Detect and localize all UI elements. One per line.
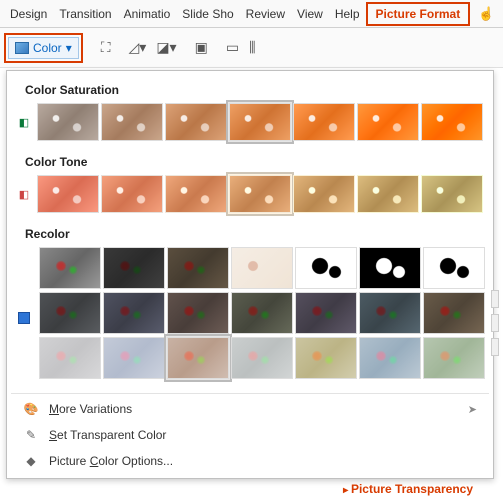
recolor-light-accent-2[interactable] bbox=[103, 337, 165, 379]
saturation-thumb-5[interactable] bbox=[357, 103, 419, 141]
recolor-dark-accent-5[interactable] bbox=[295, 292, 357, 334]
side-control[interactable] bbox=[491, 290, 499, 308]
tone-thumb-4[interactable] bbox=[293, 175, 355, 213]
saturation-row: ◧ bbox=[11, 103, 489, 141]
tone-thumb-0[interactable] bbox=[37, 175, 99, 213]
saturation-thumb-6[interactable] bbox=[421, 103, 483, 141]
tab-slideshow[interactable]: Slide Sho bbox=[176, 2, 239, 26]
recolor-light-accent-1[interactable] bbox=[39, 337, 101, 379]
saturation-thumb-2[interactable] bbox=[165, 103, 227, 141]
recolor-light-accent-6[interactable] bbox=[359, 337, 421, 379]
crop-icon[interactable]: ⛶ bbox=[101, 39, 111, 56]
saturation-thumb-1[interactable] bbox=[101, 103, 163, 141]
picture-icon bbox=[15, 42, 29, 54]
tab-transitions[interactable]: Transition bbox=[53, 2, 117, 26]
side-controls bbox=[491, 290, 501, 370]
recolor-black-white-50[interactable] bbox=[359, 247, 421, 289]
picture-border-icon[interactable]: ▭ bbox=[226, 39, 239, 56]
recolor-sepia[interactable] bbox=[167, 247, 229, 289]
picture-transparency-heading: Picture Transparency bbox=[343, 482, 473, 496]
compress-pictures-icon[interactable]: ▣ bbox=[195, 39, 208, 56]
picture-color-options-item[interactable]: ◆ Picture Color Options... bbox=[11, 448, 489, 474]
tone-icon: ◧ bbox=[15, 187, 33, 201]
color-button-label: Color bbox=[33, 41, 62, 55]
tab-design[interactable]: Design bbox=[4, 2, 53, 26]
more-variations-item[interactable]: 🎨 More Variations ➤ bbox=[11, 396, 489, 422]
set-transparent-color-item[interactable]: ✎ Set Transparent Color bbox=[11, 422, 489, 448]
recolor-dark-accent-6[interactable] bbox=[359, 292, 421, 334]
color-dropdown-panel: Color Saturation ◧ Color Tone ◧ Recolor … bbox=[6, 70, 494, 479]
tone-thumb-3[interactable] bbox=[229, 175, 291, 213]
color-dropdown-button[interactable]: Color ▾ bbox=[8, 37, 79, 59]
tone-thumb-5[interactable] bbox=[357, 175, 419, 213]
chevron-down-icon: ▾ bbox=[66, 41, 72, 55]
more-variations-label: More Variations bbox=[49, 402, 132, 416]
saturation-label: Color Saturation bbox=[25, 83, 489, 97]
recolor-dark-accent-1[interactable] bbox=[39, 292, 101, 334]
recolor-washout[interactable] bbox=[231, 247, 293, 289]
picture-layout-icon[interactable]: ⫼ bbox=[249, 39, 255, 56]
saturation-thumb-4[interactable] bbox=[293, 103, 355, 141]
tab-help[interactable]: Help bbox=[329, 2, 366, 26]
saturation-thumb-3[interactable] bbox=[229, 103, 291, 141]
picture-color-options-label: Picture Color Options... bbox=[49, 454, 173, 468]
recolor-black-white-25[interactable] bbox=[295, 247, 357, 289]
side-control[interactable] bbox=[491, 314, 499, 332]
tone-thumb-2[interactable] bbox=[165, 175, 227, 213]
tone-label: Color Tone bbox=[25, 155, 489, 169]
format-icon: ◆ bbox=[23, 454, 39, 468]
recolor-light-accent-7[interactable] bbox=[423, 337, 485, 379]
recolor-black-white-75[interactable] bbox=[423, 247, 485, 289]
transparency-icon[interactable]: ◪▾ bbox=[156, 39, 176, 56]
tone-thumb-6[interactable] bbox=[421, 175, 483, 213]
set-transparent-label: Set Transparent Color bbox=[49, 428, 166, 442]
eyedropper-icon: ✎ bbox=[23, 428, 39, 442]
tone-row: ◧ bbox=[11, 175, 489, 213]
ribbon-tabs: Design Transition Animatio Slide Sho Rev… bbox=[0, 0, 503, 28]
ribbon-toolbar: Color ▾ ⛶ ◿▾ ◪▾ ▣ ▭ ⫼ bbox=[0, 28, 503, 68]
recolor-icon bbox=[15, 311, 33, 325]
color-button-highlight: Color ▾ bbox=[4, 33, 83, 63]
recolor-no-recolor[interactable] bbox=[39, 247, 101, 289]
recolor-dark-accent-3[interactable] bbox=[167, 292, 229, 334]
saturation-thumb-0[interactable] bbox=[37, 103, 99, 141]
saturation-icon: ◧ bbox=[15, 115, 33, 129]
recolor-row bbox=[11, 247, 489, 389]
recolor-light-accent-4[interactable] bbox=[231, 337, 293, 379]
tab-view[interactable]: View bbox=[291, 2, 329, 26]
recolor-label: Recolor bbox=[25, 227, 489, 241]
recolor-light-accent-3[interactable] bbox=[167, 337, 229, 379]
recolor-light-accent-5[interactable] bbox=[295, 337, 357, 379]
share-icon[interactable]: ☝ bbox=[478, 6, 494, 22]
tone-thumb-1[interactable] bbox=[101, 175, 163, 213]
side-control[interactable] bbox=[491, 338, 499, 356]
palette-icon: 🎨 bbox=[23, 402, 39, 416]
recolor-dark-accent-4[interactable] bbox=[231, 292, 293, 334]
tab-animations[interactable]: Animatio bbox=[118, 2, 177, 26]
chevron-right-icon: ➤ bbox=[468, 403, 477, 416]
recolor-dark-accent-7[interactable] bbox=[423, 292, 485, 334]
recolor-grayscale[interactable] bbox=[103, 247, 165, 289]
artistic-effects-icon[interactable]: ◿▾ bbox=[129, 39, 147, 56]
separator bbox=[11, 393, 489, 394]
tab-review[interactable]: Review bbox=[240, 2, 291, 26]
recolor-dark-accent-2[interactable] bbox=[103, 292, 165, 334]
tab-picture-format[interactable]: Picture Format bbox=[366, 2, 471, 26]
